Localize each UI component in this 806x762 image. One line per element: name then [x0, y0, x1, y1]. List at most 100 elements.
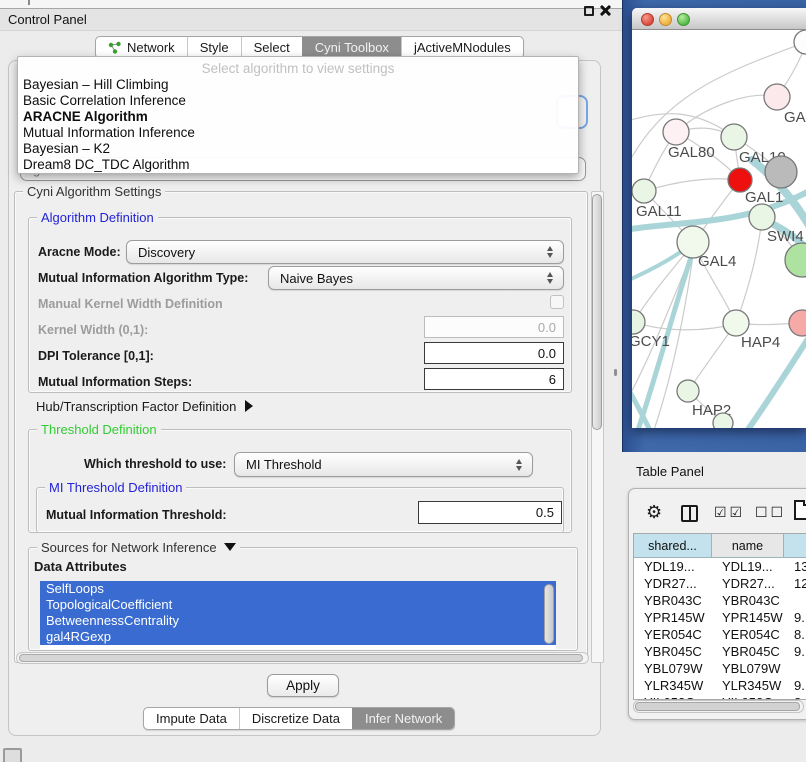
- divider-tick: [28, 0, 30, 5]
- kernel-width-field[interactable]: 0.0: [424, 316, 564, 338]
- tab-jactivemnodules[interactable]: jActiveMNodules: [401, 37, 523, 58]
- attribute-item[interactable]: BetweennessCentrality: [40, 613, 556, 629]
- network-node-y[interactable]: [789, 310, 806, 336]
- data-attributes-list[interactable]: SelfLoopsTopologicalCoefficientBetweenne…: [40, 581, 556, 649]
- network-node-gal80[interactable]: [663, 119, 689, 145]
- tab-label: Style: [200, 40, 229, 55]
- table-row[interactable]: YDL19...YDL19...13: [634, 558, 806, 575]
- unchecked-boxes-icon[interactable]: ☐☐: [755, 504, 786, 521]
- sources-title: Sources for Network Inference: [41, 540, 217, 555]
- file-icon[interactable]: [794, 500, 806, 520]
- table-row[interactable]: YDR27...YDR27...12: [634, 575, 806, 592]
- network-node-gcy1[interactable]: [632, 310, 645, 334]
- table-cell: YLR345W: [712, 677, 784, 694]
- tab-infer-network[interactable]: Infer Network: [352, 708, 454, 729]
- mi-type-value: Naive Bayes: [280, 271, 353, 286]
- checked-boxes-icon[interactable]: ☑☑: [714, 504, 745, 521]
- algorithm-option[interactable]: Dream8 DC_TDC Algorithm: [18, 157, 578, 173]
- algorithm-option[interactable]: Bayesian – K2: [18, 141, 578, 157]
- network-edge[interactable]: [645, 179, 739, 191]
- network-window-titlebar[interactable]: [632, 8, 806, 30]
- table-cell: [784, 592, 806, 609]
- tab-style[interactable]: Style: [187, 37, 241, 58]
- network-node[interactable]: [785, 243, 806, 277]
- sources-toggle[interactable]: Sources for Network Inference: [37, 540, 240, 555]
- algorithm-option[interactable]: Bayesian – Hill Climbing: [18, 77, 578, 93]
- mi-threshold-field[interactable]: 0.5: [418, 501, 562, 524]
- tab-discretize-data[interactable]: Discretize Data: [239, 708, 352, 729]
- list-scrollbar-thumb[interactable]: [544, 584, 554, 644]
- network-node[interactable]: [794, 30, 806, 54]
- algorithm-option[interactable]: Mutual Information Inference: [18, 125, 578, 141]
- table-cell: YBR043C: [712, 592, 784, 609]
- mi-type-combo[interactable]: Naive Bayes: [268, 266, 564, 290]
- network-node-gal[interactable]: [764, 84, 790, 110]
- network-edge[interactable]: [634, 322, 735, 330]
- network-node-gal10[interactable]: [721, 124, 747, 150]
- attribute-item[interactable]: SelfLoops: [40, 581, 556, 597]
- float-window-icon[interactable]: [584, 6, 594, 16]
- node-table: shared...nameA YDL19...YDL19...13YDR27..…: [633, 533, 806, 700]
- spinner-arrows-icon: [547, 272, 554, 284]
- node-label: GAL11: [636, 203, 682, 220]
- panel-title: Control Panel: [8, 12, 87, 27]
- tab-network[interactable]: Network: [96, 37, 187, 58]
- close-traffic-light-icon[interactable]: [641, 13, 654, 26]
- column-header-name[interactable]: name: [712, 534, 784, 558]
- tab-cyni-toolbox[interactable]: Cyni Toolbox: [302, 37, 401, 58]
- network-node-gal11[interactable]: [632, 179, 656, 203]
- table-cell: YDR27...: [634, 575, 712, 592]
- mi-steps-value: 6: [549, 372, 556, 387]
- algorithm-dropdown-popup: Select algorithm to view settings Bayesi…: [17, 56, 579, 174]
- panel-divider-handle[interactable]: [614, 369, 617, 376]
- settings-scrollbar-thumb[interactable]: [592, 194, 602, 430]
- mi-steps-field[interactable]: 6: [424, 368, 564, 390]
- gear-icon[interactable]: ⚙: [646, 502, 662, 523]
- settings-hscrollbar-thumb[interactable]: [19, 654, 583, 662]
- network-node[interactable]: [765, 156, 797, 188]
- close-icon[interactable]: [599, 4, 612, 17]
- table-row[interactable]: YLR345WYLR345W9.: [634, 677, 806, 694]
- algorithm-option[interactable]: ARACNE Algorithm: [18, 109, 578, 125]
- zoom-traffic-light-icon[interactable]: [677, 13, 690, 26]
- table-row[interactable]: YPR145WYPR145W9.: [634, 609, 806, 626]
- tab-impute-data[interactable]: Impute Data: [144, 708, 239, 729]
- mi-steps-label: Mutual Information Steps:: [38, 375, 192, 389]
- which-threshold-combo[interactable]: MI Threshold: [234, 452, 533, 477]
- apply-button[interactable]: Apply: [267, 674, 339, 697]
- network-edge[interactable]: [736, 218, 762, 323]
- tab-select[interactable]: Select: [241, 37, 302, 58]
- manual-kernel-checkbox[interactable]: [550, 295, 564, 309]
- table-cell: YDR27...: [712, 575, 784, 592]
- hub-definition-toggle[interactable]: Hub/Transcription Factor Definition: [36, 399, 253, 414]
- table-hscrollbar-thumb[interactable]: [635, 702, 800, 711]
- node-label: GAL4: [698, 253, 736, 270]
- minimize-traffic-light-icon[interactable]: [659, 13, 672, 26]
- network-canvas[interactable]: GALGAL80GAL10GAL1GAL11SWI4GAL4GCY1HAP4YH…: [632, 30, 806, 428]
- split-columns-icon[interactable]: [681, 505, 698, 522]
- node-label: GCY1: [632, 333, 670, 350]
- network-node-hap4[interactable]: [723, 310, 749, 336]
- network-view-background: GALGAL80GAL10GAL1GAL11SWI4GAL4GCY1HAP4YH…: [622, 0, 806, 452]
- table-row[interactable]: YBL079WYBL079W: [634, 660, 806, 677]
- algorithm-option[interactable]: Basic Correlation Inference: [18, 93, 578, 109]
- network-node-hap2[interactable]: [677, 380, 699, 402]
- table-row[interactable]: YER054CYER054C8.: [634, 626, 806, 643]
- table-row[interactable]: YBR043CYBR043C: [634, 592, 806, 609]
- network-node-swi4[interactable]: [749, 204, 775, 230]
- column-header-shared[interactable]: shared...: [634, 534, 712, 558]
- cyni-mode-tabs: Impute DataDiscretize DataInfer Network: [143, 707, 455, 730]
- attribute-item[interactable]: gal4RGexp: [40, 629, 556, 645]
- aracne-mode-combo[interactable]: Discovery: [126, 240, 564, 264]
- tab-label: jActiveMNodules: [414, 40, 511, 55]
- dpi-tolerance-field[interactable]: 0.0: [424, 342, 564, 364]
- group-title: Cyni Algorithm Settings: [23, 184, 165, 199]
- column-header-A[interactable]: A: [784, 534, 806, 558]
- apply-label: Apply: [286, 678, 320, 693]
- palette-icon[interactable]: [3, 748, 22, 762]
- attribute-item[interactable]: TopologicalCoefficient: [40, 597, 556, 613]
- control-panel-titlebar: Control Panel: [0, 8, 622, 31]
- table-row[interactable]: YBR045CYBR045C9.: [634, 643, 806, 660]
- mi-type-label: Mutual Information Algorithm Type:: [38, 271, 248, 285]
- network-node[interactable]: [713, 413, 733, 428]
